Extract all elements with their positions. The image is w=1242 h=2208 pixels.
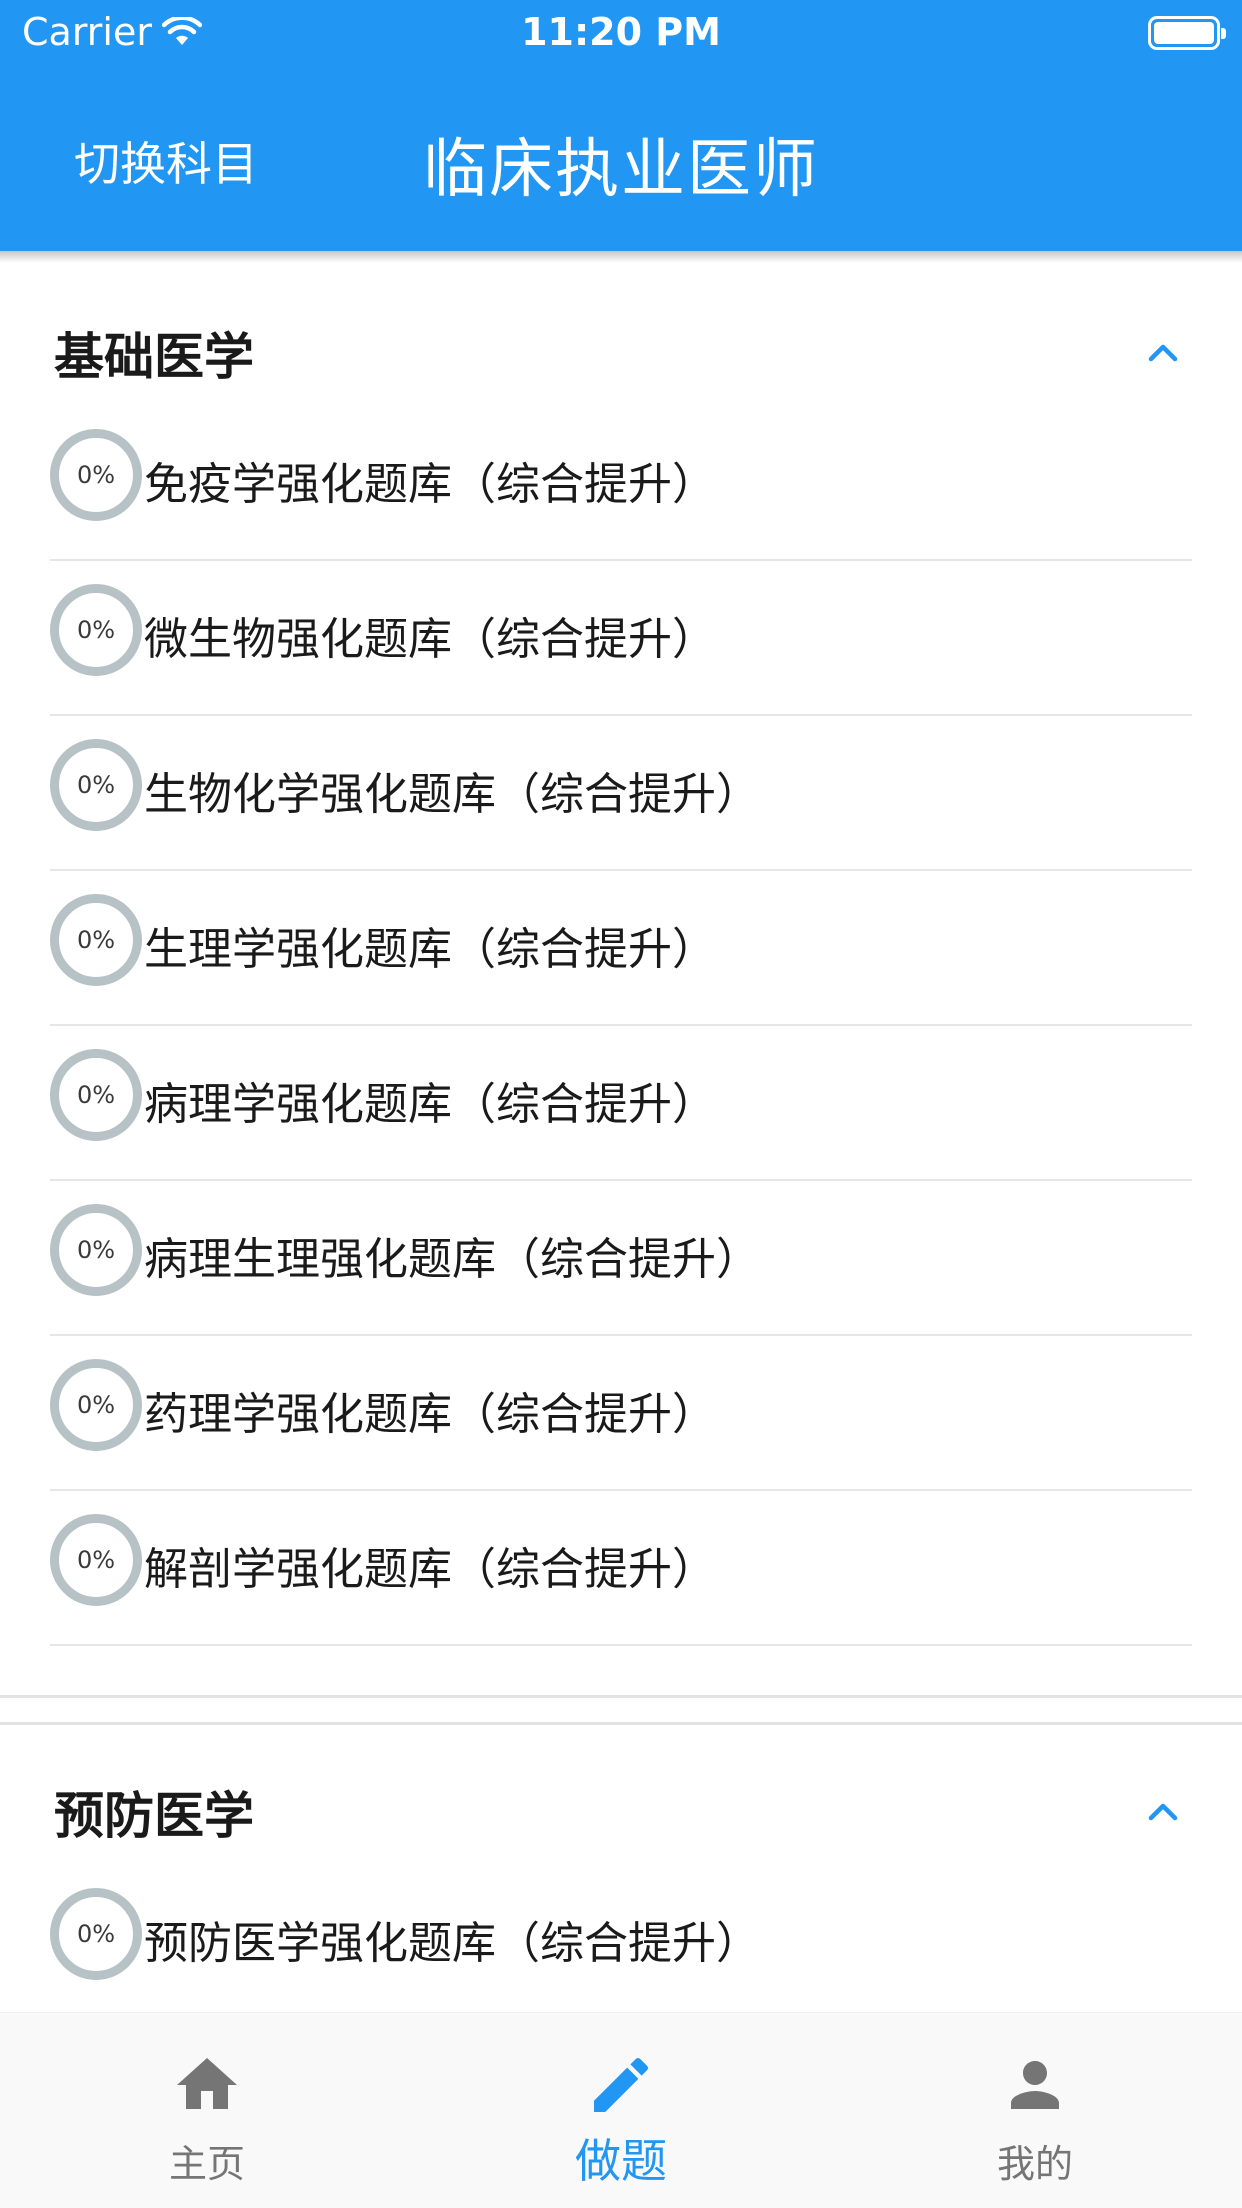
section-title: 基础医学	[54, 328, 254, 386]
nav-practice[interactable]: 做题	[414, 2013, 828, 2208]
item-label: 药理学强化题库（综合提升）	[144, 1389, 716, 1440]
progress-text: 0%	[76, 771, 116, 799]
item-label: 免疫学强化题库（综合提升）	[144, 459, 716, 510]
home-icon	[177, 2058, 237, 2109]
progress-ring: 0%	[50, 584, 142, 676]
list-item[interactable]: 0% 预防医学强化题库（综合提升）	[50, 1865, 1192, 2012]
section-title: 预防医学	[54, 1787, 254, 1845]
progress-ring: 0%	[50, 739, 142, 831]
item-label: 生理学强化题库（综合提升）	[144, 924, 716, 975]
progress-text: 0%	[76, 616, 116, 644]
progress-text: 0%	[76, 1920, 116, 1948]
progress-text: 0%	[76, 461, 116, 489]
nav-profile[interactable]: 我的	[828, 2013, 1242, 2208]
list-item[interactable]: 0% 免疫学强化题库（综合提升）	[50, 406, 1192, 561]
bottom-navigation: 主页 做题 我的	[0, 2012, 1242, 2208]
item-label: 解剖学强化题库（综合提升）	[144, 1544, 716, 1595]
nav-profile-label: 我的	[996, 2142, 1073, 2186]
progress-text: 0%	[76, 1391, 116, 1419]
item-label: 病理生理强化题库（综合提升）	[144, 1234, 760, 1285]
pencil-icon	[594, 2057, 649, 2112]
list-item[interactable]: 0% 微生物强化题库（综合提升）	[50, 561, 1192, 716]
nav-practice-label: 做题	[575, 2134, 667, 2188]
person-icon	[1011, 2061, 1059, 2109]
list-item[interactable]: 0% 病理生理强化题库（综合提升）	[50, 1181, 1192, 1336]
progress-text: 0%	[76, 926, 116, 954]
list-item[interactable]: 0% 解剖学强化题库（综合提升）	[50, 1491, 1192, 1646]
progress-ring: 0%	[50, 1359, 142, 1451]
section-header-basic-medicine[interactable]: 基础医学	[0, 251, 1242, 406]
item-label: 预防医学强化题库（综合提升）	[144, 1918, 760, 1969]
list-item[interactable]: 0% 病理学强化题库（综合提升）	[50, 1026, 1192, 1181]
list-item[interactable]: 0% 药理学强化题库（综合提升）	[50, 1336, 1192, 1491]
progress-text: 0%	[76, 1081, 116, 1109]
status-time: 11:20 PM	[521, 10, 721, 54]
chevron-up-icon[interactable]	[1148, 1796, 1178, 1826]
progress-text: 0%	[76, 1546, 116, 1574]
nav-home[interactable]: 主页	[0, 2013, 414, 2208]
progress-ring: 0%	[50, 429, 142, 521]
section-header-preventive-medicine[interactable]: 预防医学	[0, 1710, 1242, 1865]
nav-home-label: 主页	[168, 2142, 245, 2186]
progress-ring: 0%	[50, 894, 142, 986]
app-bar: Carrier 11:20 PM 切换科目 临床执业医师	[0, 0, 1242, 263]
chevron-up-icon[interactable]	[1148, 337, 1178, 367]
page-title: 临床执业医师	[423, 133, 819, 207]
progress-ring: 0%	[50, 1204, 142, 1296]
progress-ring: 0%	[50, 1514, 142, 1606]
question-bank-list[interactable]: 基础医学 0% 免疫学强化题库（综合提升） 0% 微生物强化题库（综合提升） 0…	[0, 251, 1242, 2012]
item-label: 生物化学强化题库（综合提升）	[144, 769, 760, 820]
list-item[interactable]: 0% 生理学强化题库（综合提升）	[50, 871, 1192, 1026]
status-bar: Carrier 11:20 PM	[0, 0, 1242, 68]
item-label: 微生物强化题库（综合提升）	[144, 614, 716, 665]
progress-ring: 0%	[50, 1049, 142, 1141]
item-label: 病理学强化题库（综合提升）	[144, 1079, 716, 1130]
progress-ring: 0%	[50, 1888, 142, 1980]
list-item[interactable]: 0% 生物化学强化题库（综合提升）	[50, 716, 1192, 871]
battery-icon	[1148, 16, 1226, 50]
progress-text: 0%	[76, 1236, 116, 1264]
